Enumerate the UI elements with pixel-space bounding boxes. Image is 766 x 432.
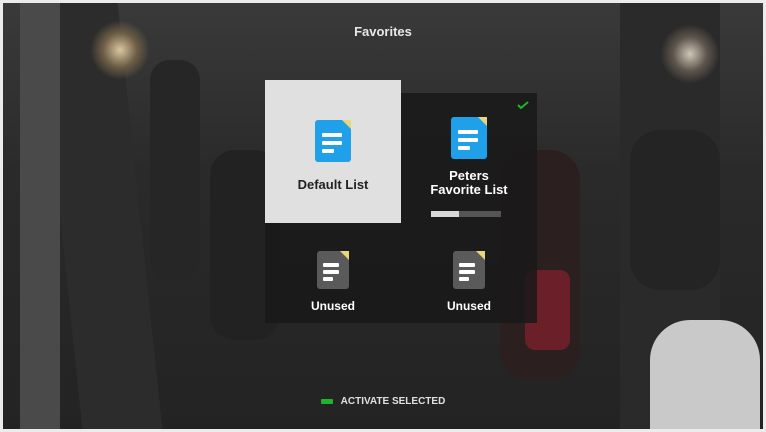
- list-tile-label: Unused: [446, 299, 491, 313]
- list-tile-unused-1[interactable]: Unused: [265, 223, 401, 323]
- document-icon: [315, 120, 351, 162]
- page-title: Favorites: [354, 24, 412, 39]
- list-tile-peters-favorite[interactable]: Peters Favorite List: [401, 93, 537, 223]
- list-tile-unused-2[interactable]: Unused: [401, 223, 537, 323]
- document-icon: [453, 251, 485, 289]
- footer-hint: ACTIVATE SELECTED: [0, 396, 766, 407]
- list-tile-label: Peters Favorite List: [430, 168, 508, 197]
- list-progress-bar: [431, 211, 501, 217]
- checkmark-icon: [517, 101, 529, 109]
- green-key-icon: [320, 399, 333, 404]
- document-icon: [317, 251, 349, 289]
- document-icon: [451, 117, 487, 159]
- list-tile-default[interactable]: Default List: [265, 80, 401, 223]
- activate-selected-label[interactable]: ACTIVATE SELECTED: [341, 396, 446, 407]
- list-tile-label: Unused: [310, 299, 355, 313]
- list-tile-label: Default List: [297, 177, 369, 192]
